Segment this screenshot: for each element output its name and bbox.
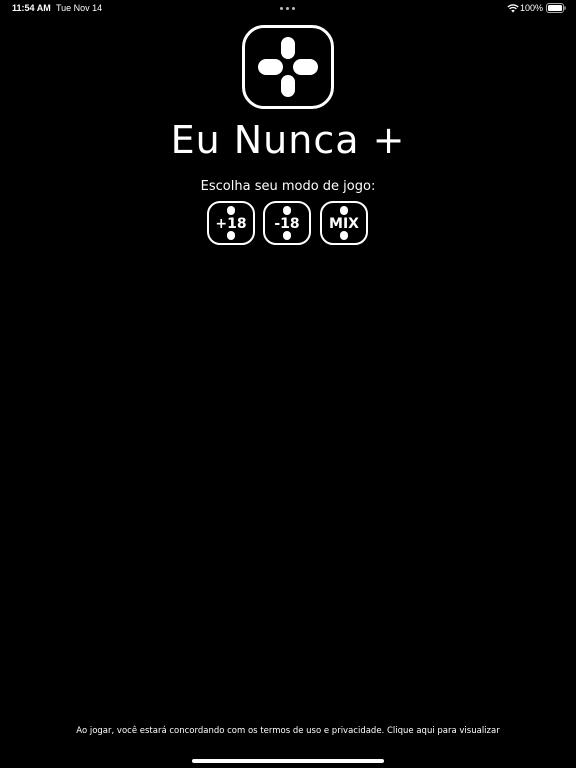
status-bar: 11:54 AM Tue Nov 14 100% [0, 0, 576, 16]
gamepad-cross-icon [258, 37, 318, 97]
terms-link[interactable]: Ao jogar, você estará concordando com os… [0, 726, 576, 736]
home-indicator[interactable] [192, 759, 384, 763]
mode-button-group: +18 -18 MIX [207, 201, 369, 247]
battery-icon [546, 3, 566, 13]
status-time: 11:54 AM [12, 3, 51, 13]
status-date: Tue Nov 14 [56, 3, 103, 13]
mode-prompt: Escolha seu modo de jogo: [200, 179, 376, 194]
pill-top-icon [227, 206, 235, 215]
pill-top-icon [283, 206, 291, 215]
pill-top-icon [340, 206, 348, 215]
pill-bottom-icon [340, 231, 348, 240]
wifi-icon [507, 4, 519, 13]
app-logo [242, 25, 334, 109]
multitasking-dots-icon[interactable] [280, 7, 296, 10]
pill-bottom-icon [283, 231, 291, 240]
mode-button-minus-18[interactable]: -18 [263, 201, 311, 245]
battery-percent: 100% [520, 3, 544, 13]
app-title: Eu Nunca + [170, 118, 406, 162]
mode-button-mix[interactable]: MIX [320, 201, 368, 245]
pill-bottom-icon [227, 231, 235, 240]
mode-button-plus-18[interactable]: +18 [207, 201, 255, 245]
